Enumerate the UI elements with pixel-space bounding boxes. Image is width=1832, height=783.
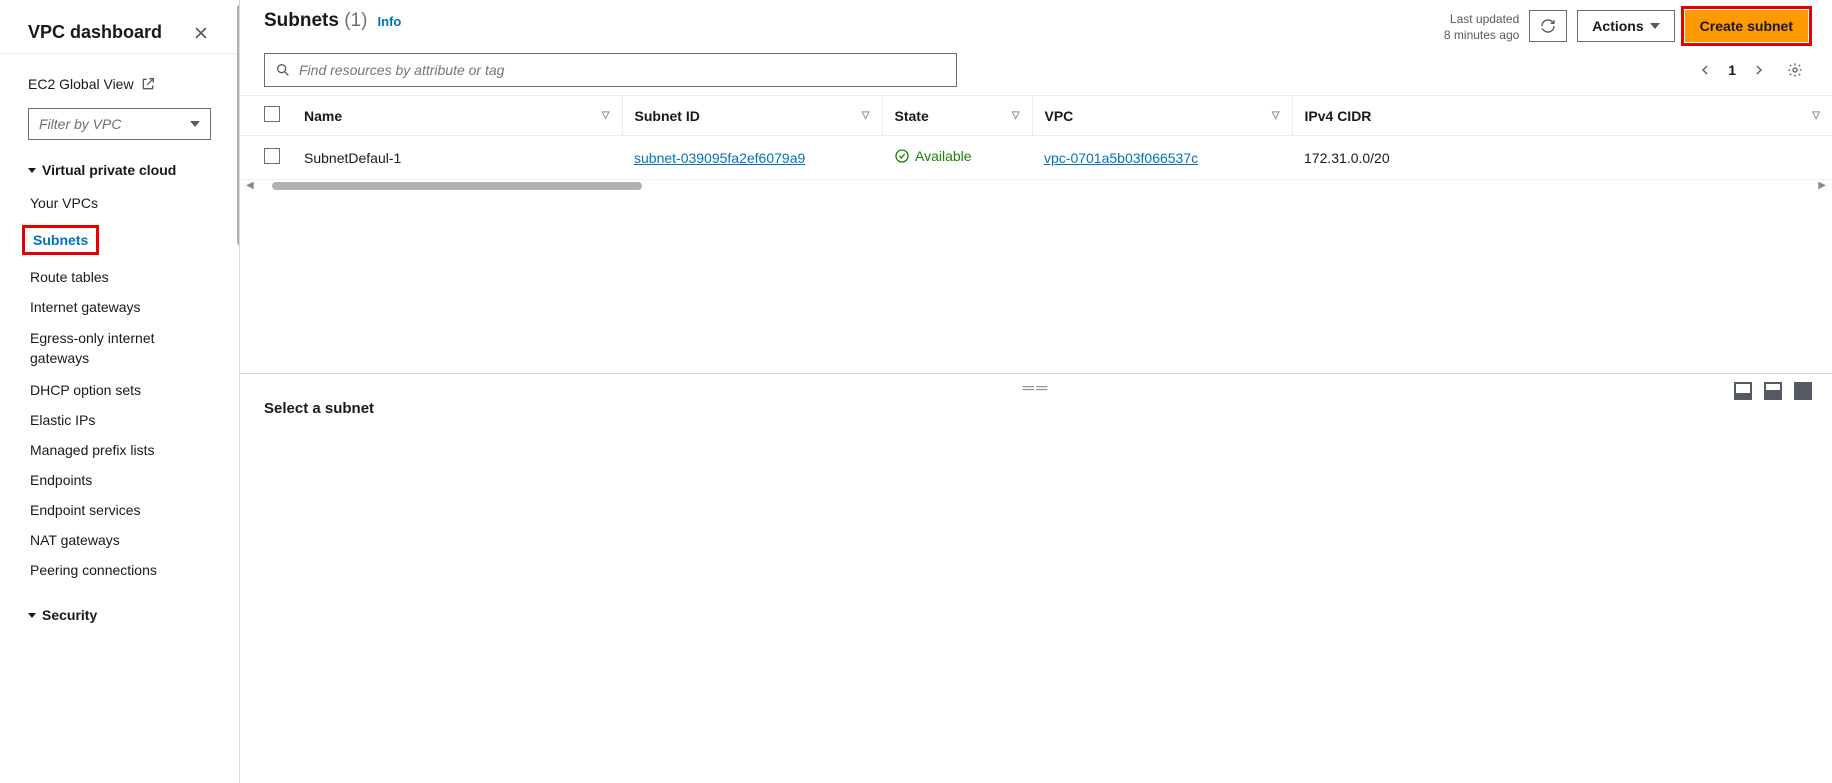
caret-down-icon <box>190 121 200 127</box>
select-all-checkbox[interactable] <box>264 106 280 122</box>
external-link-icon <box>140 76 156 92</box>
gear-icon <box>1787 62 1803 78</box>
close-icon[interactable] <box>191 23 211 43</box>
col-name[interactable]: Name <box>304 108 342 124</box>
row-checkbox[interactable] <box>264 148 280 164</box>
col-subnet-id[interactable]: Subnet ID <box>635 108 700 124</box>
section-security-label: Security <box>42 607 97 623</box>
chevron-right-icon <box>1751 62 1767 78</box>
scroll-left-icon[interactable]: ◀ <box>244 180 256 191</box>
chevron-left-icon <box>1697 62 1713 78</box>
info-link[interactable]: Info <box>377 14 401 29</box>
caret-down-icon <box>28 613 36 618</box>
ec2-global-label: EC2 Global View <box>28 76 134 92</box>
scroll-right-icon[interactable]: ▶ <box>1816 180 1828 191</box>
sidebar-item-peering-connections[interactable]: Peering connections <box>30 555 211 585</box>
sidebar-item-elastic-ips[interactable]: Elastic IPs <box>30 405 211 435</box>
check-circle-icon <box>894 148 910 164</box>
search-input[interactable] <box>299 62 946 78</box>
refresh-button[interactable] <box>1529 10 1567 42</box>
filter-by-vpc-select[interactable]: Filter by VPC <box>28 108 211 140</box>
sidebar-title: VPC dashboard <box>28 22 162 43</box>
panel-layout-bottom[interactable] <box>1734 382 1752 400</box>
cell-name: SubnetDefaul-1 <box>292 136 622 180</box>
horizontal-scrollbar[interactable]: ◀ ▶ <box>240 180 1832 193</box>
subnets-table: Name▽ Subnet ID▽ State▽ VPC▽ IPv4 CIDR▽ … <box>240 95 1832 180</box>
search-icon <box>275 62 291 78</box>
refresh-icon <box>1540 18 1556 34</box>
sidebar-item-endpoints[interactable]: Endpoints <box>30 465 211 495</box>
sidebar-item-subnets[interactable]: Subnets <box>30 218 211 262</box>
prev-page-button[interactable] <box>1692 57 1718 83</box>
panel-layout-split[interactable] <box>1764 382 1782 400</box>
next-page-button[interactable] <box>1746 57 1772 83</box>
panel-resize-handle[interactable]: ══ <box>1023 380 1050 398</box>
sort-caret-icon[interactable]: ▽ <box>602 110 610 121</box>
caret-down-icon <box>1650 23 1660 29</box>
settings-button[interactable] <box>1782 57 1808 83</box>
sort-caret-icon[interactable]: ▽ <box>862 110 870 121</box>
table-container: Name▽ Subnet ID▽ State▽ VPC▽ IPv4 CIDR▽ … <box>240 95 1832 193</box>
sort-caret-icon[interactable]: ▽ <box>1012 110 1020 121</box>
page-title-count: (1) <box>344 10 367 31</box>
main-content: Subnets (1) Info Last updated 8 minutes … <box>240 0 1832 783</box>
pagination: 1 <box>1692 57 1808 83</box>
create-subnet-label: Create subnet <box>1700 18 1793 34</box>
scrollbar-thumb[interactable] <box>272 182 642 190</box>
sidebar-item-managed-prefix-lists[interactable]: Managed prefix lists <box>30 435 211 465</box>
cell-ipv4: 172.31.0.0/20 <box>1292 136 1832 180</box>
last-updated-value: 8 minutes ago <box>1444 28 1519 44</box>
col-ipv4[interactable]: IPv4 CIDR <box>1305 108 1372 124</box>
sidebar-item-endpoint-services[interactable]: Endpoint services <box>30 495 211 525</box>
cell-subnet-id-link[interactable]: subnet-039095fa2ef6079a9 <box>634 150 805 166</box>
filter-placeholder: Filter by VPC <box>39 116 121 132</box>
col-vpc[interactable]: VPC <box>1045 108 1074 124</box>
page-number: 1 <box>1728 62 1736 78</box>
page-title: Subnets (1) <box>264 10 367 32</box>
actions-button[interactable]: Actions <box>1577 10 1674 42</box>
cell-state: Available <box>894 148 972 164</box>
sidebar-item-dhcp-option-sets[interactable]: DHCP option sets <box>30 375 211 405</box>
sidebar-item-nat-gateways[interactable]: NAT gateways <box>30 525 211 555</box>
sidebar: VPC dashboard EC2 Global View Filter by … <box>0 0 240 783</box>
sort-caret-icon[interactable]: ▽ <box>1812 110 1820 121</box>
section-virtual-private-cloud[interactable]: Virtual private cloud <box>28 162 211 178</box>
panel-layout-full[interactable] <box>1794 382 1812 400</box>
actions-label: Actions <box>1592 18 1643 34</box>
ec2-global-view-link[interactable]: EC2 Global View <box>28 72 211 96</box>
table-header-row: Name ▽ Subnet ID ▽ State ▽ VPC ▽ IPv4 CIDR ▽ <box>240 96 1832 136</box>
sidebar-item-route-tables[interactable]: Route tables <box>30 262 211 292</box>
sidebar-item-egress-only-igw[interactable]: Egress-only internet gateways <box>30 322 211 375</box>
cell-vpc-link[interactable]: vpc-0701a5b03f066537c <box>1044 150 1198 166</box>
sidebar-item-your-vpcs[interactable]: Your VPCs <box>30 188 211 218</box>
last-updated-label: Last updated <box>1444 12 1519 28</box>
details-empty-title: Select a subnet <box>264 400 1808 417</box>
caret-down-icon <box>28 168 36 173</box>
last-updated: Last updated 8 minutes ago <box>1444 10 1519 43</box>
section-vpc-label: Virtual private cloud <box>42 162 176 178</box>
search-input-wrap[interactable] <box>264 53 957 87</box>
details-panel: ══ Select a subnet <box>240 373 1832 437</box>
col-state[interactable]: State <box>895 108 929 124</box>
create-subnet-button[interactable]: Create subnet <box>1685 10 1808 42</box>
table-row[interactable]: SubnetDefaul-1 subnet-039095fa2ef6079a9 … <box>240 136 1832 180</box>
sidebar-nav: Your VPCs Subnets Route tables Internet … <box>28 188 211 585</box>
sort-caret-icon[interactable]: ▽ <box>1272 110 1280 121</box>
sidebar-item-internet-gateways[interactable]: Internet gateways <box>30 292 211 322</box>
section-security[interactable]: Security <box>28 607 211 623</box>
